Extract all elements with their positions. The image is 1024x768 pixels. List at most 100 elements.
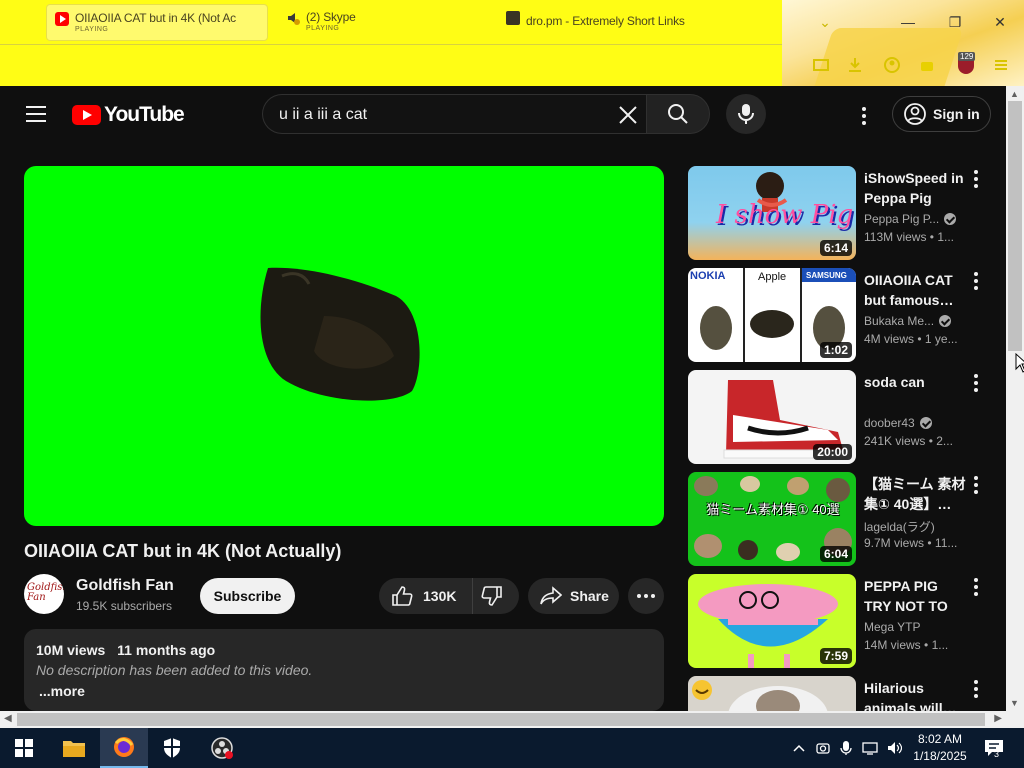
tab-dropm[interactable]: dro.pm - Extremely Short Links [498, 4, 748, 41]
recommendation-item[interactable]: 猫ミーム素材集① 40選 6:04 【猫ミーム 素材集① 40選】… lagel… [688, 472, 988, 566]
youtube-icon [55, 12, 69, 26]
dropm-icon [506, 11, 520, 25]
microphone-tray-icon[interactable] [838, 740, 854, 756]
thumbnail-text: 猫ミーム素材集① 40選 [706, 502, 840, 517]
recommendation-title[interactable]: OIIAOIIA CAT but famous… [864, 270, 968, 310]
video-duration: 7:59 [819, 648, 852, 664]
video-options-icon[interactable] [974, 374, 978, 395]
views-label: 241K views [864, 434, 926, 448]
thumbs-up-icon [392, 586, 413, 606]
volume-icon[interactable] [886, 740, 902, 756]
account-icon[interactable] [883, 56, 901, 74]
recommendation-item[interactable]: NOKIA Apple SAMSUNG 1:02 OIIAOIIA CAT bu… [688, 268, 988, 362]
video-thumbnail[interactable]: I show Pig 6:14 [688, 166, 856, 260]
search-input[interactable]: u ii a iii a cat [262, 94, 646, 134]
show-more-link[interactable]: ...more [36, 683, 652, 699]
tab-list-chevron-icon[interactable]: ⌄ [815, 12, 835, 32]
verified-check-icon [944, 213, 957, 225]
video-thumbnail[interactable] [688, 676, 856, 711]
description-box[interactable]: 10M views 11 months ago No description h… [24, 629, 664, 711]
youtube-logo[interactable]: YouTube [72, 103, 185, 127]
channel-avatar[interactable]: Goldfish Fan [24, 574, 64, 614]
recommendation-channel: Bukaka Me... [864, 314, 974, 328]
share-button[interactable]: Share [528, 578, 619, 614]
search-icon [668, 104, 688, 124]
view-count: 10M views [36, 642, 106, 658]
verified-check-icon [939, 315, 952, 327]
extension-badge: 129 [958, 52, 976, 61]
search-button[interactable] [646, 94, 710, 134]
recommendation-item[interactable]: Hilarious animals will… [688, 676, 988, 711]
more-actions-button[interactable] [628, 578, 664, 614]
channel-name[interactable]: Goldfish Fan [76, 577, 174, 595]
network-icon[interactable] [862, 740, 878, 756]
settings-menu-icon[interactable] [862, 107, 866, 128]
video-options-icon[interactable] [974, 680, 978, 701]
horizontal-scroll-thumb[interactable] [17, 713, 985, 726]
system-clock[interactable]: 8:02 AM 1/18/2025 [910, 731, 970, 765]
vertical-scrollbar[interactable]: ▲ ▼ [1006, 86, 1024, 711]
recommendation-title[interactable]: PEPPA PIG TRY NOT TO LAUGH [864, 576, 968, 616]
scroll-down-arrow-icon[interactable]: ▼ [1010, 698, 1019, 708]
share-label: Share [570, 588, 609, 604]
video-duration: 20:00 [813, 444, 852, 460]
scroll-right-arrow-icon[interactable]: ▶ [994, 713, 1002, 724]
channel-label: Mega YTP [864, 620, 921, 634]
dislike-button[interactable] [473, 578, 519, 614]
firefox-button[interactable] [100, 728, 148, 768]
vertical-scroll-thumb[interactable] [1008, 101, 1022, 351]
subscribe-button[interactable]: Subscribe [200, 578, 295, 614]
cat-video-frame [260, 267, 420, 401]
recommendation-title[interactable]: 【猫ミーム 素材集① 40選】… [864, 474, 968, 514]
video-duration: 6:04 [819, 546, 852, 562]
scroll-left-arrow-icon[interactable]: ◀ [4, 713, 12, 724]
video-thumbnail[interactable]: 猫ミーム素材集① 40選 6:04 [688, 472, 856, 566]
recommendation-title[interactable]: iShowSpeed in Peppa Pig [864, 168, 968, 208]
tab-skype[interactable]: (2) Skype PLAYING [278, 4, 478, 41]
restore-button[interactable]: ❐ [945, 12, 965, 32]
sign-in-button[interactable]: Sign in [892, 96, 991, 132]
clear-search-icon[interactable] [614, 101, 642, 129]
file-explorer-button[interactable] [50, 728, 98, 768]
video-thumbnail[interactable]: NOKIA Apple SAMSUNG 1:02 [688, 268, 856, 362]
video-player[interactable] [24, 166, 664, 526]
video-options-icon[interactable] [974, 272, 978, 293]
recommendation-meta: 9.7M views • 11... [864, 536, 958, 550]
views-label: 9.7M views [864, 536, 925, 550]
show-hidden-icons-chevron-icon[interactable] [791, 740, 807, 756]
scroll-up-arrow-icon[interactable]: ▲ [1010, 89, 1019, 99]
voice-search-button[interactable] [726, 94, 766, 134]
video-title: OIIAOIIA CAT but in 4K (Not Actually) [24, 541, 342, 561]
thumbnail-text: NOKIA [690, 270, 726, 282]
horizontal-scrollbar[interactable]: ◀ ▶ [0, 711, 1006, 728]
youtube-header: YouTube u ii a iii a cat Sign in [0, 86, 1006, 144]
like-button[interactable]: 130K [379, 578, 473, 614]
laughing-cat-thumbnail-art [692, 680, 828, 711]
recommendation-title[interactable]: soda can [864, 372, 968, 392]
video-options-icon[interactable] [974, 170, 978, 191]
camera-tray-icon[interactable] [815, 740, 831, 756]
video-thumbnail[interactable]: 7:59 [688, 574, 856, 668]
minimize-button[interactable]: — [898, 12, 918, 32]
download-icon[interactable] [846, 56, 864, 74]
close-window-button[interactable]: ✕ [990, 12, 1010, 32]
video-thumbnail[interactable]: 20:00 [688, 370, 856, 464]
ublock-extension-button[interactable]: 129 [955, 52, 977, 76]
video-options-icon[interactable] [974, 476, 978, 497]
folder-icon [63, 741, 85, 757]
recommendation-channel: lagelda(ラグ) [864, 518, 974, 535]
security-button[interactable] [148, 728, 196, 768]
guide-menu-icon[interactable] [26, 106, 46, 122]
tab-youtube[interactable]: OIIAOIIA CAT but in 4K (Not Ac PLAYING [46, 4, 268, 41]
video-options-icon[interactable] [974, 578, 978, 599]
recommendation-item[interactable]: 20:00 soda can doober43 241K views • 2..… [688, 370, 988, 464]
reading-list-icon[interactable] [812, 56, 830, 74]
extensions-icon[interactable] [918, 56, 936, 74]
recommendation-title[interactable]: Hilarious animals will… [864, 678, 968, 711]
start-button[interactable] [0, 728, 48, 768]
recommendation-item[interactable]: 7:59 PEPPA PIG TRY NOT TO LAUGH Mega YTP… [688, 574, 988, 668]
obs-icon [211, 737, 233, 759]
obs-studio-button[interactable] [198, 728, 246, 768]
menu-icon[interactable] [992, 56, 1010, 74]
recommendation-item[interactable]: I show Pig 6:14 iShowSpeed in Peppa Pig … [688, 166, 988, 260]
